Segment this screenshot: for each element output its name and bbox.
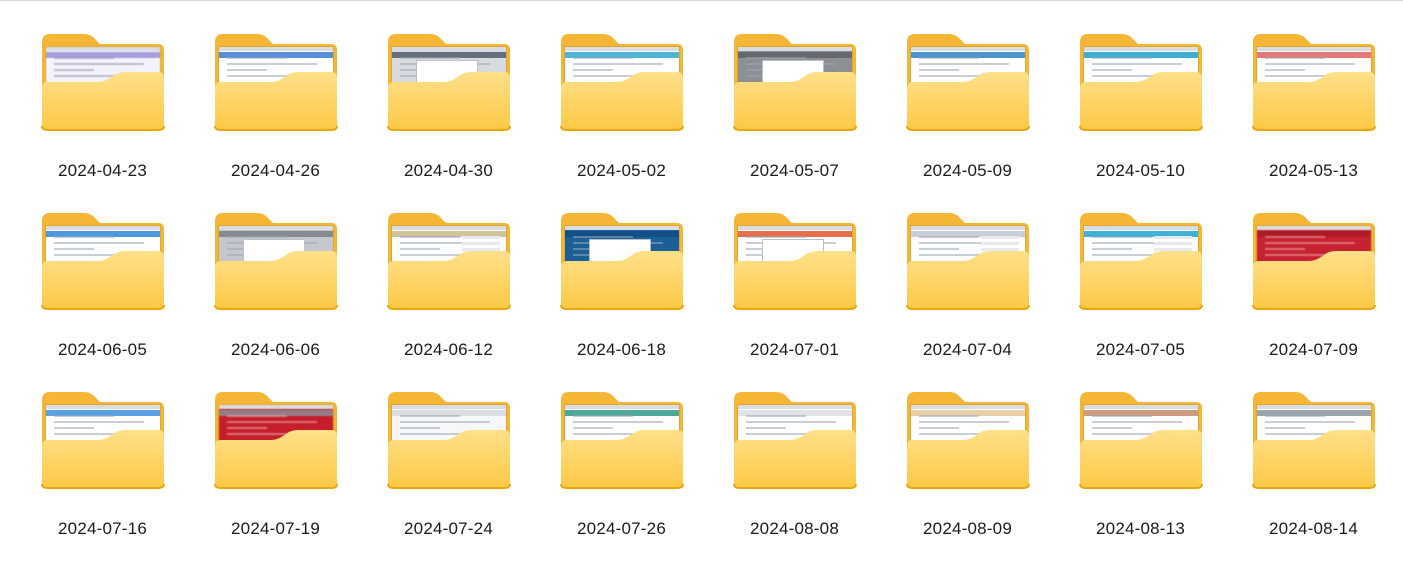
folder-name: 2024-05-10 (1096, 161, 1185, 180)
folder-preview-thumbnail (219, 405, 333, 457)
folder-preview-thumbnail (1257, 47, 1371, 99)
folder-icon (40, 32, 166, 132)
folder-preview-thumbnail (1257, 405, 1371, 457)
folder-item-2024-07-16[interactable]: 2024-07-16 (30, 378, 175, 538)
folder-item-2024-04-23[interactable]: 2024-04-23 (30, 20, 175, 180)
folder-preview-thumbnail (565, 226, 679, 278)
folder-name: 2024-07-16 (58, 519, 147, 538)
folder-name: 2024-06-18 (577, 340, 666, 359)
folder-icon (213, 211, 339, 311)
folder-item-2024-06-12[interactable]: 2024-06-12 (376, 199, 521, 359)
folder-icon (559, 211, 685, 311)
folder-item-2024-07-19[interactable]: 2024-07-19 (203, 378, 348, 538)
folder-icon (1078, 32, 1204, 132)
folder-icon (1251, 390, 1377, 490)
folder-item-2024-07-09[interactable]: 2024-07-09 (1241, 199, 1386, 359)
folder-icon (213, 390, 339, 490)
folder-grid: 2024-04-23 2024-04-26 2024-04-30 2024-05… (30, 20, 1386, 538)
folder-item-2024-06-05[interactable]: 2024-06-05 (30, 199, 175, 359)
folder-icon (559, 390, 685, 490)
folder-preview-thumbnail (392, 405, 506, 457)
folder-icon (1251, 211, 1377, 311)
folder-preview-thumbnail (392, 47, 506, 99)
folder-item-2024-05-09[interactable]: 2024-05-09 (895, 20, 1040, 180)
folder-name: 2024-07-09 (1269, 340, 1358, 359)
folder-preview-thumbnail (565, 47, 679, 99)
folder-name: 2024-05-13 (1269, 161, 1358, 180)
folder-item-2024-08-09[interactable]: 2024-08-09 (895, 378, 1040, 538)
folder-name: 2024-08-09 (923, 519, 1012, 538)
folder-icon (732, 32, 858, 132)
folder-item-2024-06-18[interactable]: 2024-06-18 (549, 199, 694, 359)
folder-icon (559, 32, 685, 132)
folder-name: 2024-05-02 (577, 161, 666, 180)
folder-item-2024-05-10[interactable]: 2024-05-10 (1068, 20, 1213, 180)
folder-item-2024-04-30[interactable]: 2024-04-30 (376, 20, 521, 180)
folder-preview-thumbnail (1084, 226, 1198, 278)
folder-item-2024-06-06[interactable]: 2024-06-06 (203, 199, 348, 359)
folder-name: 2024-07-05 (1096, 340, 1185, 359)
folder-preview-thumbnail (46, 405, 160, 457)
folder-icon (1251, 32, 1377, 132)
folder-item-2024-07-24[interactable]: 2024-07-24 (376, 378, 521, 538)
folder-item-2024-07-05[interactable]: 2024-07-05 (1068, 199, 1213, 359)
folder-preview-thumbnail (46, 226, 160, 278)
folder-name: 2024-06-12 (404, 340, 493, 359)
folder-preview-thumbnail (392, 226, 506, 278)
folder-name: 2024-07-04 (923, 340, 1012, 359)
folder-item-2024-07-04[interactable]: 2024-07-04 (895, 199, 1040, 359)
folder-name: 2024-04-26 (231, 161, 320, 180)
folder-icon (386, 211, 512, 311)
folder-name: 2024-06-05 (58, 340, 147, 359)
folder-icon (1078, 211, 1204, 311)
folder-item-2024-04-26[interactable]: 2024-04-26 (203, 20, 348, 180)
folder-name: 2024-07-19 (231, 519, 320, 538)
folder-icon (905, 211, 1031, 311)
folder-name: 2024-07-24 (404, 519, 493, 538)
folder-name: 2024-06-06 (231, 340, 320, 359)
folder-name: 2024-05-09 (923, 161, 1012, 180)
folder-preview-thumbnail (219, 47, 333, 99)
folder-name: 2024-04-30 (404, 161, 493, 180)
folder-item-2024-05-07[interactable]: 2024-05-07 (722, 20, 867, 180)
folder-name: 2024-08-08 (750, 519, 839, 538)
folder-preview-thumbnail (911, 226, 1025, 278)
folder-icon (1078, 390, 1204, 490)
folder-name: 2024-07-26 (577, 519, 666, 538)
folder-preview-thumbnail (911, 47, 1025, 99)
folder-icon (905, 390, 1031, 490)
folder-preview-thumbnail (46, 47, 160, 99)
folder-preview-thumbnail (1084, 405, 1198, 457)
folder-name: 2024-04-23 (58, 161, 147, 180)
folder-icon (213, 32, 339, 132)
folder-preview-thumbnail (1257, 226, 1371, 278)
folder-name: 2024-05-07 (750, 161, 839, 180)
folder-icon (386, 32, 512, 132)
folder-preview-thumbnail (565, 405, 679, 457)
folder-preview-thumbnail (219, 226, 333, 278)
folder-icon (386, 390, 512, 490)
folder-item-2024-08-14[interactable]: 2024-08-14 (1241, 378, 1386, 538)
folder-icon (905, 32, 1031, 132)
folder-icon (732, 211, 858, 311)
folder-name: 2024-08-14 (1269, 519, 1358, 538)
folder-icon (40, 390, 166, 490)
window-top-border (0, 0, 1403, 1)
folder-item-2024-05-13[interactable]: 2024-05-13 (1241, 20, 1386, 180)
folder-item-2024-08-08[interactable]: 2024-08-08 (722, 378, 867, 538)
folder-item-2024-08-13[interactable]: 2024-08-13 (1068, 378, 1213, 538)
folder-item-2024-07-26[interactable]: 2024-07-26 (549, 378, 694, 538)
folder-name: 2024-07-01 (750, 340, 839, 359)
folder-item-2024-07-01[interactable]: 2024-07-01 (722, 199, 867, 359)
folder-preview-thumbnail (738, 47, 852, 99)
folder-preview-thumbnail (1084, 47, 1198, 99)
folder-icon (732, 390, 858, 490)
folder-item-2024-05-02[interactable]: 2024-05-02 (549, 20, 694, 180)
folder-preview-thumbnail (911, 405, 1025, 457)
folder-icon (40, 211, 166, 311)
folder-name: 2024-08-13 (1096, 519, 1185, 538)
folder-preview-thumbnail (738, 226, 852, 278)
folder-preview-thumbnail (738, 405, 852, 457)
